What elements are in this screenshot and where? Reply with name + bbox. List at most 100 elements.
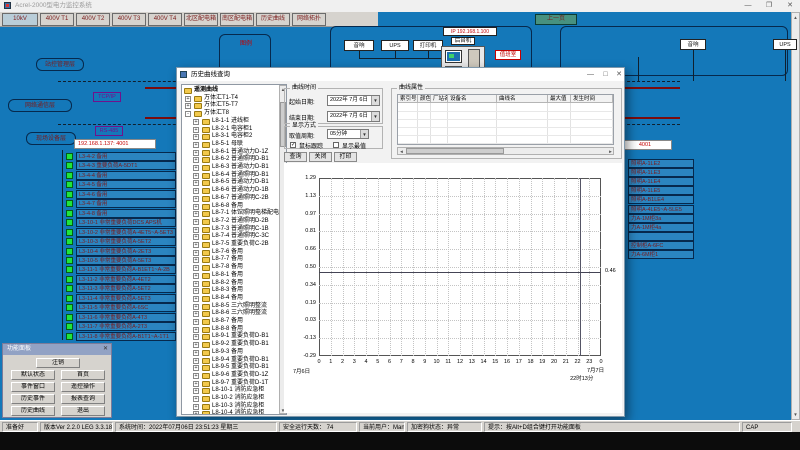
props-column-header[interactable]: 发生时间 [571, 95, 613, 103]
right-list-item[interactable]: 力A-1M柜4a [628, 223, 694, 232]
tree-expand-icon[interactable]: + [193, 358, 199, 364]
tree-expand-icon[interactable]: + [193, 188, 199, 194]
tab-北区配电箱[interactable]: 北区配电箱 [184, 13, 218, 26]
tree-expand-icon[interactable]: + [193, 350, 199, 356]
tree-expand-icon[interactable]: + [193, 365, 199, 371]
tree-expand-icon[interactable]: + [193, 204, 199, 210]
dropdown-icon[interactable]: ▼ [360, 130, 368, 138]
tree-expand-icon[interactable]: + [193, 150, 199, 156]
tree-item[interactable]: L8-6-3 普通动力D-B1 [212, 164, 269, 172]
gateway-left-box[interactable]: 192.168.1.137: 4001 [74, 139, 156, 149]
tree-expand-icon[interactable]: + [193, 296, 199, 302]
left-list-item[interactable]: L3-10-3 非常重要负荷A-5ET2 [76, 237, 176, 246]
fp-button-首页[interactable]: 首页 [61, 370, 105, 380]
tree-expand-icon[interactable]: + [193, 411, 199, 415]
fp-button-报表查询[interactable]: 报表查询 [61, 394, 105, 404]
tree-expand-icon[interactable]: + [193, 342, 199, 348]
tree-item[interactable]: L8-7-8 备用 [212, 264, 243, 272]
tree-expand-icon[interactable]: + [193, 404, 199, 410]
tree-item[interactable]: L8-9-1 重要负荷D-B1 [212, 333, 269, 341]
close-button[interactable]: 关闭 [309, 152, 332, 162]
tree-item[interactable]: L8-5-1 母联 [212, 141, 243, 149]
tree-item[interactable]: L8-8-1 备用 [212, 272, 243, 280]
tree-item[interactable]: L8-10-4 消防应急柜 [212, 410, 264, 415]
window-close-button[interactable]: ✕ [782, 0, 798, 12]
tree-expand-icon[interactable]: + [185, 96, 191, 102]
tree-item[interactable]: L8-9-5 重要负荷D-B1 [212, 364, 269, 372]
left-list-item[interactable]: L3-4-2 备用 [76, 152, 176, 161]
tab-网络拓扑[interactable]: 网络拓扑 [292, 13, 326, 26]
tree-expand-icon[interactable]: + [193, 273, 199, 279]
tree-item[interactable]: L8-9-2 重要负荷D-B1 [212, 341, 269, 349]
left-list-item[interactable]: L3-4-7 备用 [76, 199, 176, 208]
left-list-item[interactable]: L3-10-1 非常重要负荷DCS APS机 [76, 218, 176, 227]
tree-item[interactable]: L8-10-1 消防应急柜 [212, 387, 264, 395]
dialog-close-button[interactable]: ✕ [614, 69, 624, 80]
tab-南区配电箱[interactable]: 南区配电箱 [220, 13, 254, 26]
right-list-item[interactable]: 照明A-1LE3 [628, 168, 694, 177]
left-list-item[interactable]: L3-4-3 重要负荷A-5DT1 [76, 161, 176, 170]
tree-item[interactable]: L8-8-7 备用 [212, 318, 243, 326]
tree-item[interactable]: L8-9-3 备用 [212, 349, 243, 357]
dropdown-icon[interactable]: ▼ [371, 112, 379, 121]
props-column-header[interactable]: 最大值 [548, 95, 571, 103]
tree-expand-icon[interactable]: + [193, 242, 199, 248]
fp-button-历史曲线[interactable]: 历史曲线 [11, 406, 55, 416]
prev-page-button[interactable]: 上一页 [535, 14, 577, 25]
hscroll-left-icon[interactable]: ◄ [398, 148, 405, 154]
tab-400V T3[interactable]: 400V T3 [112, 13, 146, 26]
left-list-item[interactable]: L3-10-4 非常重要负荷A-2ET3 [76, 247, 176, 256]
print-button[interactable]: 打印 [334, 152, 357, 162]
scrollbar-up-icon[interactable]: ▲ [792, 14, 799, 21]
props-column-header[interactable]: 厂站名 [431, 95, 448, 103]
tree-expand-icon[interactable]: + [193, 180, 199, 186]
tree-expand-icon[interactable]: + [193, 334, 199, 340]
tree-expand-icon[interactable]: + [193, 165, 199, 171]
left-list-item[interactable]: L3-11-4 非常重要负荷A-5ET3 [76, 294, 176, 303]
tab-400V T1[interactable]: 400V T1 [40, 13, 74, 26]
tree-expand-icon[interactable]: + [193, 257, 199, 263]
left-list-item[interactable]: L3-10-5 非常重要负荷A-5ET3 [76, 256, 176, 265]
right-list-item[interactable]: 照明A-B1LE4 [628, 195, 694, 204]
fp-button-遥控操作[interactable]: 遥控操作 [61, 382, 105, 392]
right-list-item[interactable] [628, 232, 694, 241]
fp-button-退出[interactable]: 退出 [61, 406, 105, 416]
fp-button-默认状态[interactable]: 默认状态 [11, 370, 55, 380]
tree-expand-icon[interactable]: + [193, 304, 199, 310]
tree-item[interactable]: L8-7-2 普通照明D-2B [212, 218, 269, 226]
tree-expand-icon[interactable]: + [193, 196, 199, 202]
show-extreme-checkbox[interactable] [333, 142, 339, 148]
tree-expand-icon[interactable]: + [193, 119, 199, 125]
start-date-select[interactable]: 2022年 7月 6日▼ [327, 95, 380, 106]
tree-expand-icon[interactable]: + [185, 103, 191, 109]
left-list-item[interactable]: L3-4-4 备用 [76, 171, 176, 180]
fp-button-事件窗口[interactable]: 事件窗口 [11, 382, 55, 392]
tree-expand-icon[interactable]: + [193, 281, 199, 287]
tree-expand-icon[interactable]: + [193, 381, 199, 387]
tree-expand-icon[interactable]: + [193, 319, 199, 325]
tree-expand-icon[interactable]: + [193, 127, 199, 133]
tab-历史曲线[interactable]: 历史曲线 [256, 13, 290, 26]
tree-expand-icon[interactable]: + [193, 173, 199, 179]
left-list-item[interactable]: L3-11-2 非常重要负荷A-4ET2 [76, 275, 176, 284]
function-panel-titlebar[interactable]: 功能面板 ✕ [3, 344, 111, 355]
cursor-vline[interactable] [580, 178, 581, 356]
tree-item[interactable]: L8-8-3 备用 [212, 287, 243, 295]
left-list-item[interactable]: L3-4-6 备用 [76, 190, 176, 199]
mouse-track-checkbox[interactable]: ✓ [290, 142, 296, 148]
window-minimize-button[interactable]: — [740, 0, 756, 12]
tree-item[interactable]: L8-3-1 电容柜2 [212, 133, 252, 141]
main-vertical-scrollbar[interactable]: ▲ ▼ [791, 12, 800, 420]
tree-expand-icon[interactable]: + [193, 288, 199, 294]
left-list-item[interactable]: L3-4-8 备用 [76, 209, 176, 218]
props-column-header[interactable]: 索引号 [398, 95, 418, 103]
left-list-item[interactable]: L3-4-5 备用 [76, 180, 176, 189]
tree-item[interactable]: L8-6-5 普通动力D-B1 [212, 179, 269, 187]
tree-expand-icon[interactable]: + [193, 388, 199, 394]
tree-expand-icon[interactable]: + [193, 373, 199, 379]
left-list-item[interactable]: L3-11-7 非常重要负荷A-2T3 [76, 322, 176, 331]
props-column-header[interactable]: 设备名 [448, 95, 497, 103]
tree-expand-icon[interactable]: + [193, 250, 199, 256]
right-list-item[interactable]: 照明A-4LE5~A-5LE5 [628, 205, 694, 214]
cursor-hline[interactable] [319, 272, 601, 273]
